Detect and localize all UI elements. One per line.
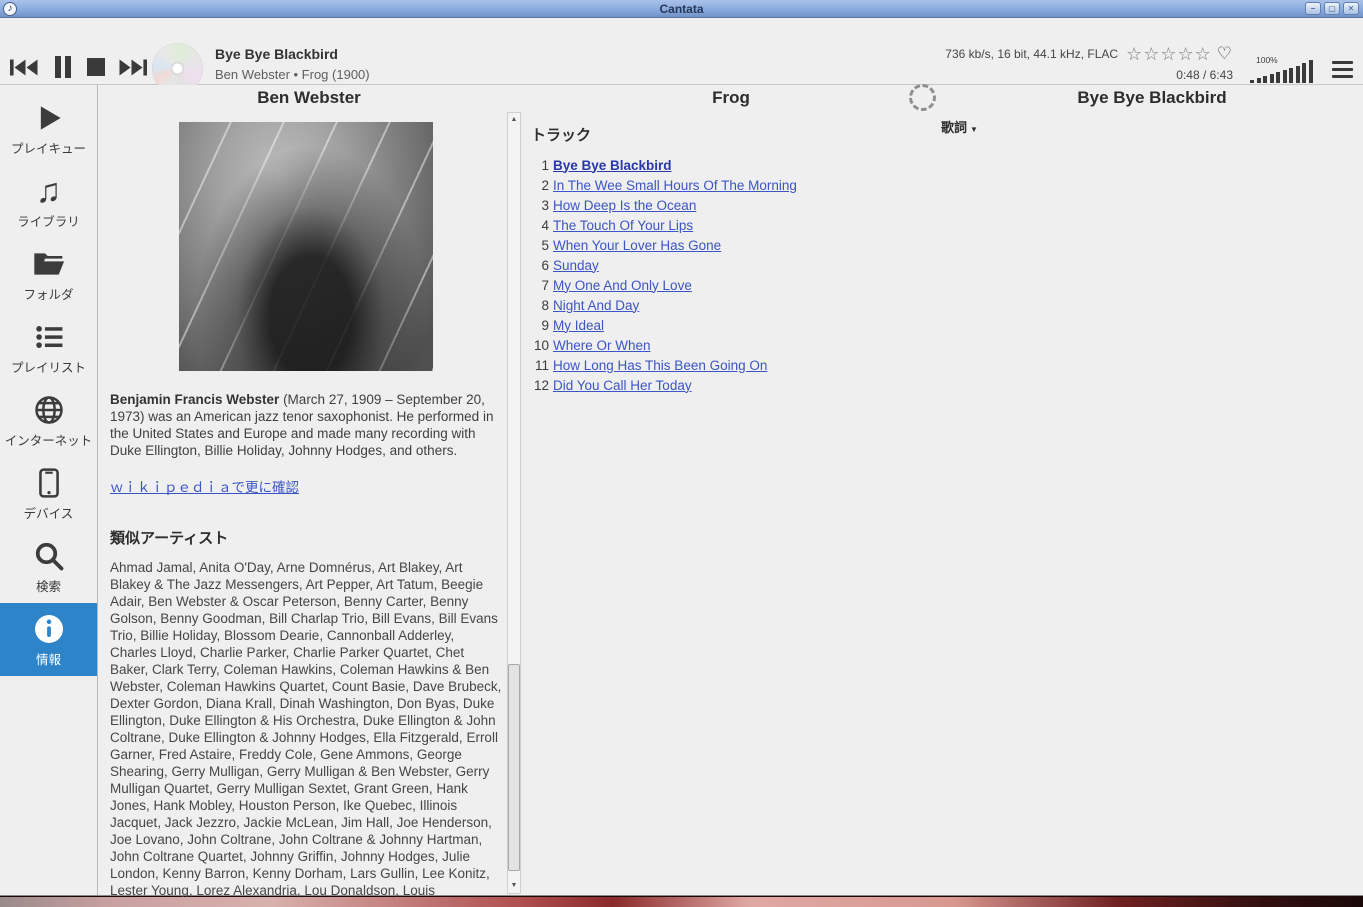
sidebar-item-internet[interactable]: インターネット [0,384,97,457]
track-link[interactable]: Sunday [553,258,599,273]
globe-icon [34,393,64,427]
scroll-down-icon[interactable]: ▼ [508,879,520,893]
rating-star-icon[interactable]: ☆ [1160,46,1177,62]
artist-photo [179,122,433,371]
app-window: ♪ Cantata – ▢ ✕ [0,0,1363,896]
wikipedia-link[interactable]: ｗｉｋｉｐｅｄｉａで更に確認 [110,476,299,496]
track-link[interactable]: Night And Day [553,298,639,313]
track-number: 12 [527,378,549,393]
desktop-background [0,897,1363,907]
track-link[interactable]: When Your Lover Has Gone [553,238,721,253]
tracks-header: トラック [531,124,591,145]
track-row: 10 Where Or When [527,335,927,355]
track-number: 1 [527,158,549,173]
scrollbar-thumb[interactable] [508,664,520,871]
similar-artists-header: 類似アーティスト [110,527,228,548]
format-info: 736 kb/s, 16 bit, 44.1 kHz, FLAC [945,47,1118,61]
track-number: 7 [527,278,549,293]
artist-panel-scrollbar[interactable]: ▲ ▼ [507,112,521,894]
music-notes-icon: ♫ [36,174,62,208]
track-link[interactable]: In The Wee Small Hours Of The Morning [553,178,797,193]
playlist-icon [34,320,64,354]
track-link[interactable]: My Ideal [553,318,604,333]
info-icon [33,612,65,646]
player-toolbar: Bye Bye Blackbird Ben Webster • Frog (19… [0,18,1363,85]
pause-button[interactable] [52,55,74,79]
now-playing-subtitle: Ben Webster • Frog (1900) [215,67,370,82]
previous-button[interactable] [9,57,39,78]
sidebar-item-info[interactable]: 情報 [0,603,97,676]
close-button[interactable]: ✕ [1343,2,1359,15]
track-number: 3 [527,198,549,213]
now-playing-title: Bye Bye Blackbird [215,46,338,62]
track-number: 2 [527,178,549,193]
track-number: 5 [527,238,549,253]
folder-icon [33,247,65,281]
track-link[interactable]: Did You Call Her Today [553,378,692,393]
track-link[interactable]: How Long Has This Been Going On [553,358,767,373]
artist-bio-name: Benjamin Francis Webster [110,392,279,407]
titlebar: ♪ Cantata – ▢ ✕ [0,0,1363,18]
track-number: 11 [527,358,549,373]
track-row: 6 Sunday [527,255,927,275]
rating-stars[interactable]: ☆ ☆ ☆ ☆ ☆ [1126,46,1212,62]
sidebar: プレイキュー ♫ ライブラリ フォルダ [0,85,98,895]
track-row: 1 Bye Bye Blackbird [527,155,927,175]
menu-button[interactable] [1332,61,1353,78]
track-row: 8 Night And Day [527,295,927,315]
sidebar-item-library[interactable]: ♫ ライブラリ [0,165,97,238]
search-icon [34,539,64,573]
artist-panel-header: Ben Webster [98,88,520,108]
sidebar-item-playlists[interactable]: プレイリスト [0,311,97,384]
minimize-button[interactable]: – [1305,2,1321,15]
album-panel-header: Frog [520,88,942,108]
chevron-down-icon: ▼ [970,125,978,134]
track-link[interactable]: Bye Bye Blackbird [553,158,672,173]
info-view: Ben Webster Frog Bye Bye Blackbird Benja… [98,85,1363,895]
sidebar-item-playqueue[interactable]: プレイキュー [0,92,97,165]
rating-star-icon[interactable]: ☆ [1126,46,1143,62]
track-row: 4 The Touch Of Your Lips [527,215,927,235]
maximize-button[interactable]: ▢ [1324,2,1340,15]
rating-star-icon[interactable]: ☆ [1177,46,1194,62]
track-number: 6 [527,258,549,273]
sidebar-item-folders[interactable]: フォルダ [0,238,97,311]
track-panel-header: Bye Bye Blackbird [941,88,1363,108]
track-number: 8 [527,298,549,313]
volume-control[interactable]: 100% [1250,56,1326,83]
track-number: 4 [527,218,549,233]
track-link[interactable]: How Deep Is the Ocean [553,198,696,213]
track-link[interactable]: My One And Only Love [553,278,692,293]
device-icon [36,466,62,500]
track-list: 1 Bye Bye Blackbird 2 In The Wee Small H… [527,155,927,395]
volume-bars-icon[interactable] [1250,60,1313,83]
track-link[interactable]: The Touch Of Your Lips [553,218,693,233]
scroll-up-icon[interactable]: ▲ [508,113,520,127]
time-display: 0:48 / 6:43 [1176,68,1233,82]
track-row: 9 My Ideal [527,315,927,335]
rating-star-icon[interactable]: ☆ [1143,46,1160,62]
track-row: 5 When Your Lover Has Gone [527,235,927,255]
track-row: 11 How Long Has This Been Going On [527,355,927,375]
rating-star-icon[interactable]: ☆ [1195,46,1212,62]
track-link[interactable]: Where Or When [553,338,651,353]
favorite-heart-icon[interactable]: ♡ [1217,46,1232,62]
track-number: 9 [527,318,549,333]
sidebar-item-devices[interactable]: デバイス [0,457,97,530]
loading-spinner-icon [909,84,936,111]
track-row: 2 In The Wee Small Hours Of The Morning [527,175,927,195]
next-button[interactable] [118,57,148,78]
similar-artists-list: Ahmad Jamal, Anita O'Day, Arne Domnérus,… [110,559,503,897]
track-row: 12 Did You Call Her Today [527,375,927,395]
sidebar-item-search[interactable]: 検索 [0,530,97,603]
track-number: 10 [527,338,549,353]
stop-button[interactable] [87,58,105,76]
lyrics-source-selector[interactable]: 歌詞▼ [941,117,978,136]
window-title: Cantata [0,2,1363,16]
play-icon [35,101,63,135]
artist-bio: Benjamin Francis Webster (March 27, 1909… [110,391,503,459]
track-row: 3 How Deep Is the Ocean [527,195,927,215]
track-row: 7 My One And Only Love [527,275,927,295]
